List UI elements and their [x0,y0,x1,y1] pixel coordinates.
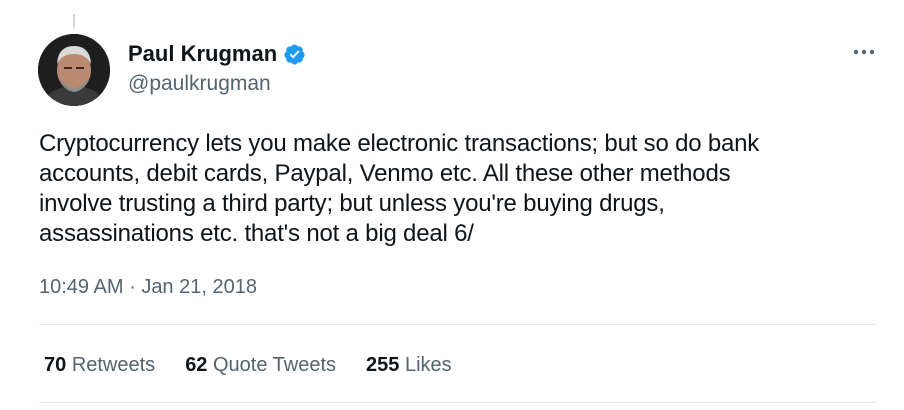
avatar[interactable] [38,34,110,106]
retweets-count: 70 [44,354,67,376]
more-options-button[interactable] [846,40,882,64]
tweet-date[interactable]: Jan 21, 2018 [141,276,257,298]
thread-connector-line [73,14,75,28]
likes-stat[interactable]: 255 Likes [366,352,452,378]
timestamp-separator: · [129,276,136,298]
retweets-stat[interactable]: 70 Retweets [44,352,155,378]
quote-tweets-count: 62 [185,354,208,376]
tweet-timestamp: 10:49 AM · Jan 21, 2018 [39,274,257,300]
engagement-stats: 70 Retweets 62 Quote Tweets 255 Likes [44,352,452,378]
divider [39,324,877,325]
author-name-row: Paul Krugman [128,41,306,67]
author-handle[interactable]: @paulkrugman [128,71,271,97]
quote-tweets-stat[interactable]: 62 Quote Tweets [185,352,336,378]
author-display-name[interactable]: Paul Krugman [128,41,277,67]
more-horizontal-icon [853,49,875,55]
likes-label: Likes [404,354,452,376]
retweets-label: Retweets [71,354,156,376]
quote-tweets-label: Quote Tweets [213,354,337,376]
avatar-photo [38,34,110,106]
tweet-text: Cryptocurrency lets you make electronic … [39,130,760,247]
likes-count: 255 [366,354,400,376]
divider [39,402,877,403]
tweet-time[interactable]: 10:49 AM [39,276,124,298]
verified-badge-icon [284,43,305,65]
